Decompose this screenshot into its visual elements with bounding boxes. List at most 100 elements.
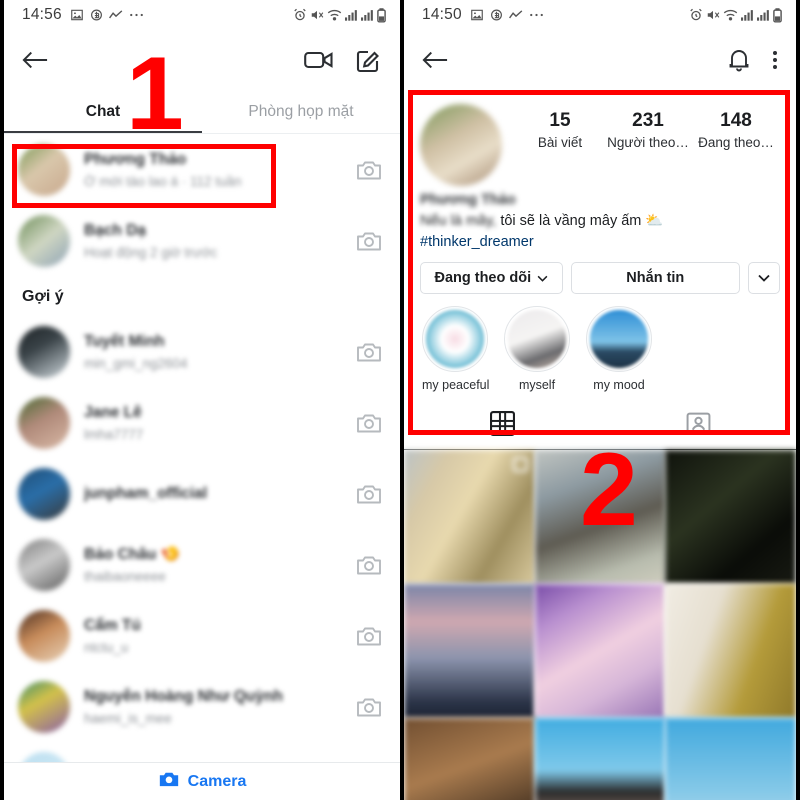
alarm-icon bbox=[689, 8, 703, 22]
grid-icon bbox=[489, 411, 515, 441]
money-icon bbox=[490, 8, 503, 22]
highlight-2[interactable]: myself bbox=[504, 305, 570, 392]
suggestion-handle: lmha7777 bbox=[84, 426, 144, 442]
tab-rooms[interactable]: Phòng họp mặt bbox=[202, 90, 400, 133]
camera-icon[interactable] bbox=[356, 340, 382, 364]
suggestion-row-text: junpham_official bbox=[70, 485, 356, 503]
stat-posts[interactable]: 15 Bài viết bbox=[516, 110, 604, 150]
suggestion-row-6[interactable]: Nguyễn Hoàng Như Quỳnh haemi_is_mee bbox=[4, 671, 400, 742]
photo-cell[interactable] bbox=[404, 449, 535, 584]
more-icon bbox=[129, 12, 144, 18]
avatar bbox=[18, 143, 70, 196]
suggestion-handle: thaibaoneeee bbox=[84, 569, 166, 584]
compose-icon[interactable] bbox=[356, 47, 382, 73]
camera-icon[interactable] bbox=[356, 482, 382, 506]
suggestion-row-text: Cẩm Tú ntctu_u bbox=[70, 617, 356, 655]
chat-list: Phương Thảo Ờ mới tào lao á · 112 tuần B… bbox=[4, 134, 400, 800]
suggestion-handle: min_gmi_ng2604 bbox=[84, 355, 188, 371]
suggestion-row-2[interactable]: Jane Lê lmha7777 bbox=[4, 387, 400, 458]
bell-icon[interactable] bbox=[728, 48, 750, 72]
suggestion-name: Tuyết Minh bbox=[84, 332, 165, 350]
suggestion-name: junpham_official bbox=[84, 484, 208, 502]
highlight-3[interactable]: my mood bbox=[586, 305, 652, 392]
suggestion-row-3[interactable]: junpham_official bbox=[4, 458, 400, 529]
chat-row-1[interactable]: Phương Thảo Ờ mới tào lao á · 112 tuần bbox=[4, 134, 400, 205]
photo-cell[interactable] bbox=[534, 717, 666, 800]
suggestion-name: Bảo Châu 🍤 bbox=[84, 546, 180, 563]
camera-icon[interactable] bbox=[356, 411, 382, 435]
stat-followers-value: 231 bbox=[632, 110, 664, 131]
message-button[interactable]: Nhắn tin bbox=[570, 261, 740, 294]
battery-icon bbox=[773, 7, 782, 23]
annotation-marker-2: 2 bbox=[580, 432, 638, 548]
avatar bbox=[18, 214, 70, 267]
wifi-icon bbox=[723, 9, 738, 21]
highlight-1-label: my peaceful bbox=[422, 377, 490, 392]
status-left-icons bbox=[70, 8, 144, 22]
messenger-header bbox=[4, 30, 400, 90]
back-arrow-icon[interactable] bbox=[22, 49, 48, 71]
status-time: 14:50 bbox=[422, 6, 462, 23]
photo-cell[interactable] bbox=[665, 717, 796, 800]
stat-following[interactable]: 148 Đang theo… bbox=[692, 110, 780, 150]
photo-cell[interactable] bbox=[665, 449, 796, 584]
chat-row-2[interactable]: Bạch Dạ Hoạt động 2 giờ trước bbox=[4, 205, 400, 276]
stat-followers[interactable]: 231 Người theo… bbox=[604, 110, 692, 150]
camera-icon[interactable] bbox=[356, 158, 382, 182]
tagged-person-icon bbox=[686, 411, 711, 441]
suggestion-row-text: Jane Lê lmha7777 bbox=[70, 404, 356, 442]
avatar bbox=[18, 396, 70, 449]
camera-icon[interactable] bbox=[356, 553, 382, 577]
suggestion-row-text: Bảo Châu 🍤 thaibaoneeee bbox=[70, 545, 356, 584]
video-camera-icon[interactable] bbox=[304, 49, 334, 71]
more-vertical-icon[interactable] bbox=[772, 48, 778, 72]
suggestion-handle: ntctu_u bbox=[84, 639, 129, 655]
camera-icon[interactable] bbox=[356, 624, 382, 648]
photo-cell[interactable] bbox=[404, 717, 535, 800]
more-options-button[interactable] bbox=[748, 261, 780, 294]
photo-cell[interactable] bbox=[534, 583, 666, 718]
chat-tabs: Chat Phòng họp mặt bbox=[4, 90, 400, 134]
more-icon bbox=[529, 12, 544, 18]
tab-grid[interactable] bbox=[404, 404, 600, 449]
suggestion-row-4[interactable]: Bảo Châu 🍤 thaibaoneeee bbox=[4, 529, 400, 600]
chevron-down-icon bbox=[537, 270, 548, 286]
profile-bio-line-clear: tôi sẽ là vầng mây ấm ⛅ bbox=[496, 213, 664, 229]
avatar bbox=[18, 467, 70, 520]
highlight-1[interactable]: my peaceful bbox=[422, 305, 490, 392]
tab-rooms-label: Phòng họp mặt bbox=[248, 102, 354, 120]
signal-icon bbox=[757, 9, 770, 21]
bottom-camera-bar[interactable]: Camera bbox=[4, 762, 400, 800]
highlight-3-thumb bbox=[586, 305, 652, 372]
photo-cell[interactable] bbox=[665, 583, 796, 718]
image-icon bbox=[470, 8, 484, 22]
status-right-icons bbox=[293, 7, 386, 23]
suggestion-row-5[interactable]: Cẩm Tú ntctu_u bbox=[4, 600, 400, 671]
highlight-1-thumb bbox=[422, 305, 488, 372]
annotation-marker-1: 1 bbox=[126, 36, 184, 152]
camera-icon[interactable] bbox=[356, 229, 382, 253]
suggestion-name: Cẩm Tú bbox=[84, 616, 141, 634]
profile-bio-line: Nếu là mây, tôi sẽ là vầng mây ấm ⛅ bbox=[420, 212, 780, 232]
stat-posts-label: Bài viết bbox=[537, 135, 583, 150]
suggestion-row-text: Nguyễn Hoàng Như Quỳnh haemi_is_mee bbox=[70, 688, 356, 726]
money-icon bbox=[90, 8, 103, 22]
camera-icon[interactable] bbox=[356, 695, 382, 719]
graph-icon bbox=[108, 10, 123, 20]
chevron-down-icon bbox=[758, 270, 770, 286]
highlight-2-label: myself bbox=[518, 377, 556, 392]
avatar bbox=[18, 609, 70, 662]
following-button-label: Đang theo dõi bbox=[434, 269, 532, 286]
profile-bio-hashtag[interactable]: #thinker_dreamer bbox=[420, 234, 780, 250]
chat-name: Bạch Dạ bbox=[84, 221, 147, 239]
stat-followers-label: Người theo… bbox=[607, 135, 689, 150]
status-bar-right: 14:50 bbox=[404, 0, 796, 30]
profile-avatar[interactable] bbox=[420, 104, 502, 186]
avatar bbox=[18, 680, 70, 733]
stat-following-value: 148 bbox=[720, 110, 752, 131]
back-arrow-icon[interactable] bbox=[422, 49, 448, 71]
suggestion-row-text: Tuyết Minh min_gmi_ng2604 bbox=[70, 333, 356, 371]
photo-cell[interactable] bbox=[404, 583, 535, 718]
suggestion-row-1[interactable]: Tuyết Minh min_gmi_ng2604 bbox=[4, 316, 400, 387]
following-button[interactable]: Đang theo dõi bbox=[420, 261, 563, 294]
